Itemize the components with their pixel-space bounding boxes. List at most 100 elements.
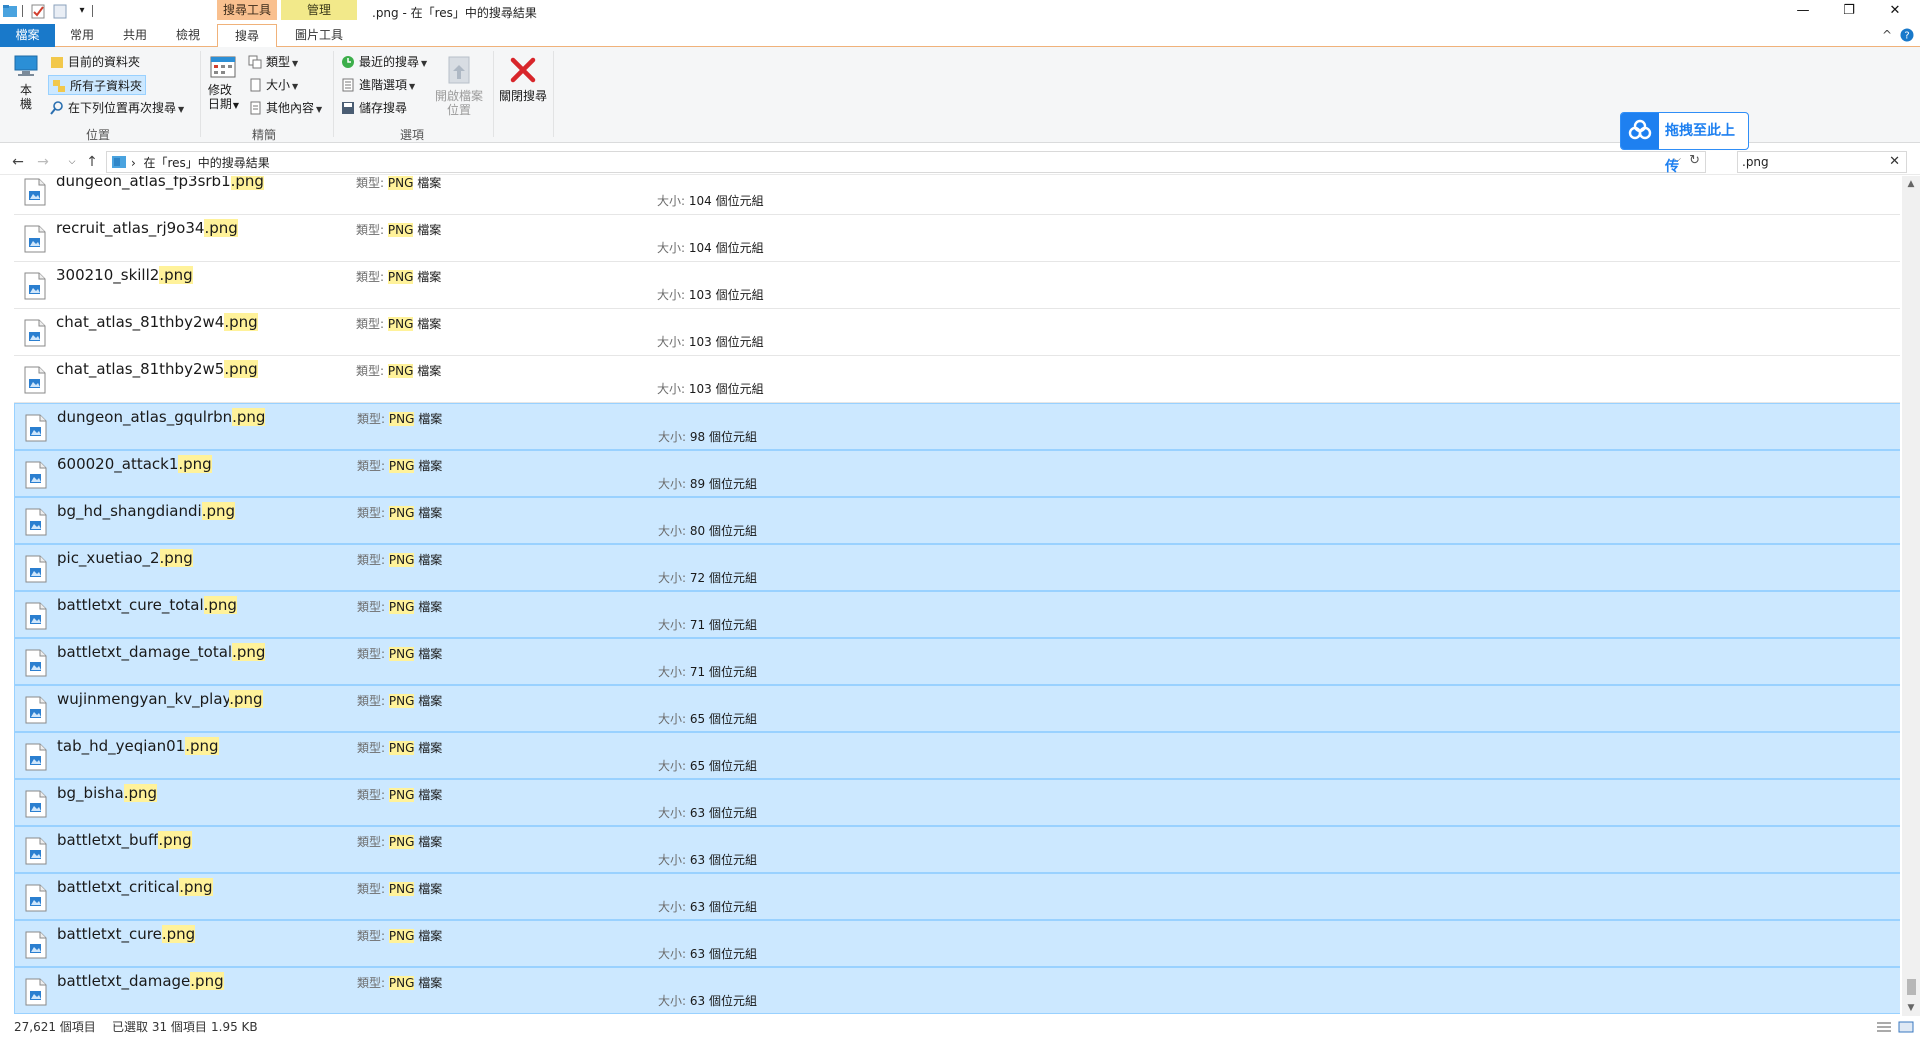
search-input[interactable]: .png ✕ [1737, 151, 1907, 173]
dropdown-caret-icon: ▼ [232, 101, 240, 110]
vertical-scrollbar[interactable]: ▲ ▼ [1902, 176, 1920, 1016]
file-size-prefix: 大小: [658, 759, 690, 773]
file-size: 大小: 71 個位元組 [658, 616, 757, 633]
size-button[interactable]: 大小 ▼ [248, 75, 298, 95]
recent-locations-chevron-icon[interactable]: ⌵ [62, 152, 82, 172]
new-folder-icon[interactable] [52, 3, 68, 19]
file-row[interactable]: chat_atlas_81thby2w4.png 類型: PNG 檔案 大小: 10… [14, 309, 1900, 356]
search-again-in-button[interactable]: 在下列位置再次搜尋 ▼ [50, 98, 184, 118]
file-row[interactable]: dungeon_atlas_gqulrbn.png 類型: PNG 檔案 大小: 9… [14, 403, 1900, 450]
file-row[interactable]: battletxt_damage_total.png 類型: PNG 檔案 大小: … [14, 638, 1900, 685]
file-row[interactable]: tab_hd_yeqian01.png 類型: PNG 檔案 大小: 65 個位元組 [14, 732, 1900, 779]
file-name-base: chat_atlas_81thby2w4 [56, 313, 225, 331]
dropdown-caret-icon: ▼ [178, 105, 185, 114]
png-file-icon [25, 931, 47, 959]
size-label: 大小 [266, 78, 291, 92]
customize-quick-access-icon[interactable]: ▾ [74, 3, 90, 19]
advanced-options-button[interactable]: 進階選項 ▼ [341, 75, 415, 95]
type-match-highlight: PNG [388, 976, 415, 990]
recent-searches-icon [342, 55, 354, 68]
file-row[interactable]: pic_xuetiao_2.png 類型: PNG 檔案 大小: 72 個位元組 [14, 544, 1900, 591]
file-size-value: 63 個位元組 [689, 853, 757, 867]
file-row[interactable]: dungeon_atlas_fp3srb1.png 類型: PNG 檔案 大小: 1… [14, 176, 1900, 215]
file-name: pic_xuetiao_2.png [57, 549, 193, 567]
file-row[interactable]: 600020_attack1.png 類型: PNG 檔案 大小: 89 個位元組 [14, 450, 1900, 497]
other-properties-button[interactable]: 其他內容 ▼ [248, 98, 322, 118]
file-name-match-highlight: .png [158, 831, 192, 849]
address-field[interactable]: › 在「res」中的搜尋結果 ⌵ ↻ [106, 151, 1706, 173]
minimize-button[interactable]: — [1780, 0, 1826, 22]
file-row[interactable]: 300210_skill2.png 類型: PNG 檔案 大小: 103 個位元組 [14, 262, 1900, 309]
refresh-icon[interactable]: ↻ [1689, 153, 1700, 168]
advanced-options-label: 進階選項 [359, 78, 408, 92]
properties-check-icon[interactable] [30, 3, 46, 19]
file-size: 大小: 63 個位元組 [658, 992, 757, 1009]
file-row[interactable]: wujinmengyan_kv_play.png 類型: PNG 檔案 大小: 65… [14, 685, 1900, 732]
file-size-prefix: 大小: [658, 900, 690, 914]
file-type-prefix: 類型: [357, 600, 389, 614]
file-type-value: PNG 檔案 [387, 364, 442, 378]
file-row[interactable]: battletxt_buff.png 類型: PNG 檔案 大小: 63 個位元組 [14, 826, 1900, 873]
file-row[interactable]: battletxt_critical.png 類型: PNG 檔案 大小: 63 個… [14, 873, 1900, 920]
group-label-refine: 精簡 [252, 128, 277, 142]
file-row[interactable]: bg_hd_shangdiandi.png 類型: PNG 檔案 大小: 80 個位… [14, 497, 1900, 544]
file-row[interactable]: battletxt_damage.png 類型: PNG 檔案 大小: 63 個位元… [14, 967, 1900, 1014]
file-size: 大小: 65 個位元組 [658, 757, 757, 774]
help-icon[interactable]: ? [1900, 28, 1914, 42]
large-icons-view-icon[interactable] [1898, 1020, 1914, 1034]
file-row[interactable]: recruit_atlas_rj9o34.png 類型: PNG 檔案 大小: 10… [14, 215, 1900, 262]
forward-arrow-icon[interactable]: → [33, 152, 53, 172]
file-size: 大小: 104 個位元組 [657, 239, 764, 256]
file-row[interactable]: bg_bisha.png 類型: PNG 檔案 大小: 63 個位元組 [14, 779, 1900, 826]
file-name: bg_hd_shangdiandi.png [57, 502, 236, 520]
explorer-folder-icon [3, 5, 17, 17]
file-type-prefix: 類型: [357, 506, 389, 520]
scroll-down-arrow-icon[interactable]: ▼ [1902, 1000, 1920, 1016]
group-separator [333, 51, 334, 137]
file-type-value: PNG 檔案 [388, 553, 443, 567]
file-type: 類型: PNG 檔案 [357, 786, 442, 803]
file-row[interactable]: chat_atlas_81thby2w5.png 類型: PNG 檔案 大小: 10… [14, 356, 1900, 403]
file-size-value: 98 個位元組 [689, 430, 757, 444]
clear-search-icon[interactable]: ✕ [1889, 152, 1900, 172]
png-file-icon [25, 884, 47, 912]
group-separator [553, 51, 554, 137]
all-subfolders-button[interactable]: 所有子資料夾 [48, 75, 147, 95]
collapse-ribbon-icon[interactable]: ^ [1880, 28, 1894, 42]
scrollbar-thumb[interactable] [1907, 979, 1916, 995]
file-type-value: PNG 檔案 [387, 223, 442, 237]
save-search-button[interactable]: 儲存搜尋 [341, 98, 407, 118]
tab-file[interactable]: 檔案 [0, 24, 55, 47]
file-row[interactable]: battletxt_cure.png 類型: PNG 檔案 大小: 63 個位元組 [14, 920, 1900, 967]
tab-share[interactable]: 共用 [115, 24, 155, 47]
file-type-value: PNG 檔案 [388, 741, 443, 755]
tab-home[interactable]: 常用 [62, 24, 102, 47]
file-type: 類型: PNG 檔案 [356, 221, 441, 238]
kind-button[interactable]: 類型 ▼ [248, 52, 298, 72]
search-input-value: .png [1742, 155, 1769, 169]
type-match-highlight: PNG [388, 788, 415, 802]
scroll-up-arrow-icon[interactable]: ▲ [1902, 176, 1920, 192]
open-file-location-button[interactable]: 開啟檔案位置 [434, 55, 484, 117]
details-view-icon[interactable] [1876, 1020, 1892, 1034]
close-search-button[interactable]: 關閉搜尋 [497, 55, 549, 103]
file-name: battletxt_cure.png [57, 925, 196, 943]
date-modified-button[interactable]: 修改日期▼ [206, 55, 240, 113]
breadcrumb[interactable]: › 在「res」中的搜尋結果 [131, 154, 270, 171]
file-row[interactable]: battletxt_cure_total.png 類型: PNG 檔案 大小: 71… [14, 591, 1900, 638]
file-type: 類型: PNG 檔案 [357, 504, 442, 521]
up-arrow-icon[interactable]: ↑ [82, 152, 102, 172]
tab-picture-tools[interactable]: 圖片工具 [281, 24, 357, 47]
tab-search[interactable]: 搜尋 [217, 24, 277, 48]
png-file-icon [25, 978, 47, 1006]
file-type-prefix: 類型: [357, 412, 389, 426]
this-pc-button[interactable]: 本機 [10, 53, 42, 111]
current-folder-button[interactable]: 目前的資料夾 [50, 52, 140, 72]
close-window-button[interactable]: ✕ [1872, 0, 1918, 22]
tab-view[interactable]: 檢視 [168, 24, 208, 47]
back-arrow-icon[interactable]: ← [8, 152, 28, 172]
restore-button[interactable]: ❐ [1826, 0, 1872, 22]
drag-to-upload-button[interactable]: 拖拽至此上传 [1620, 112, 1749, 175]
recent-searches-button[interactable]: 最近的搜尋 ▼ [341, 52, 427, 72]
file-type-prefix: 類型: [357, 553, 389, 567]
